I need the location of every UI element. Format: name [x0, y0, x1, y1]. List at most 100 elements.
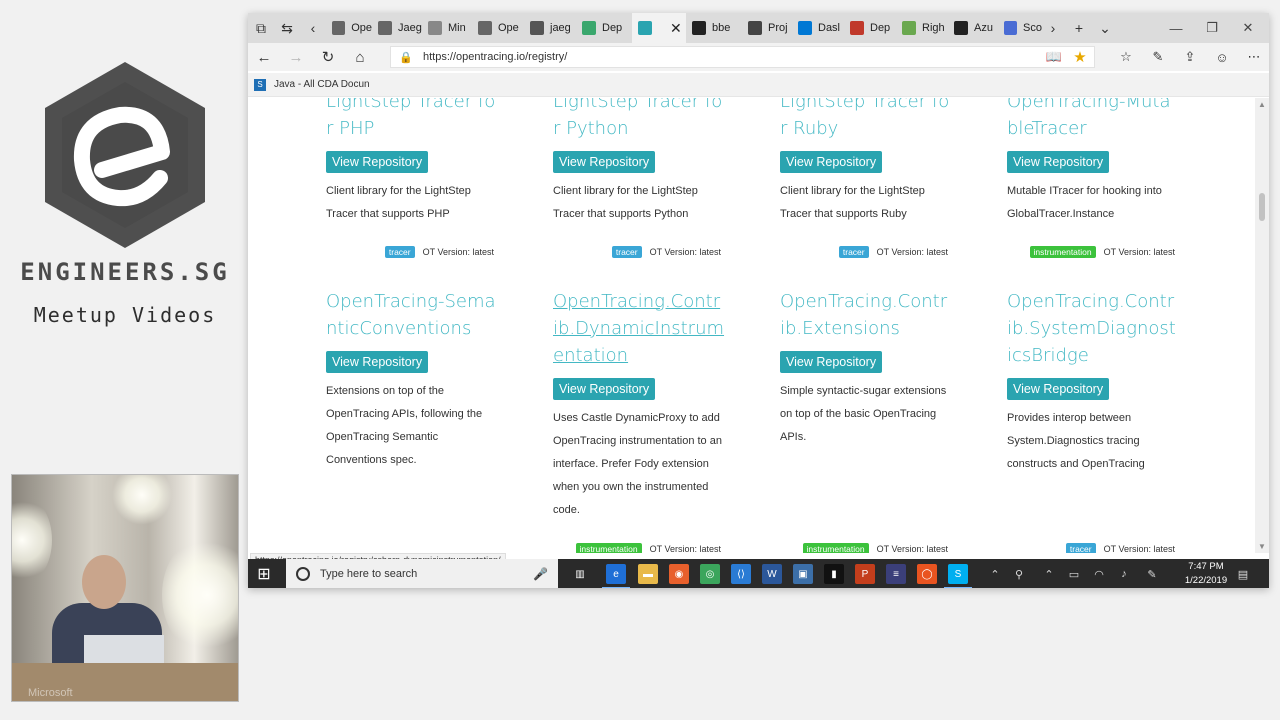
tag-badge[interactable]: instrumentation [802, 543, 869, 553]
close-window-icon[interactable]: ✕ [1230, 13, 1266, 43]
close-tab-icon[interactable]: ✕ [670, 20, 682, 37]
browser-tab[interactable]: Righ [896, 13, 948, 43]
view-repository-button[interactable]: View Repository [553, 378, 656, 400]
browser-tab[interactable]: Sco [998, 13, 1042, 43]
card-title-link[interactable]: LightStep Tracer for PHP [326, 98, 498, 142]
view-repository-button[interactable]: View Repository [780, 351, 883, 373]
view-repository-button[interactable]: View Repository [780, 151, 883, 173]
card-title-link[interactable]: OpenTracing.Contrib.SystemDiagnosticsBri… [1007, 288, 1179, 369]
back-icon[interactable]: ← [248, 43, 280, 71]
minimize-icon[interactable]: — [1158, 13, 1194, 43]
browser-tab[interactable]: ✕ [632, 13, 686, 43]
windows-start-icon[interactable]: ⊞ [254, 564, 274, 584]
tag-badge[interactable]: instrumentation [575, 543, 642, 553]
browser-tab[interactable]: Ope [326, 13, 372, 43]
firefox-icon[interactable]: ◉ [669, 564, 689, 584]
skype-icon[interactable]: S [944, 564, 972, 588]
card-title-link[interactable]: OpenTracing-MutableTracer [1007, 98, 1179, 142]
card-description: Client library for the LightStep Tracer … [553, 185, 698, 220]
browser-tab[interactable]: Azu [948, 13, 998, 43]
tag-badge[interactable]: tracer [1065, 543, 1096, 553]
restore-icon[interactable]: ❐ [1194, 13, 1230, 43]
set-aside-tabs-icon[interactable]: ⇆ [274, 13, 300, 43]
ot-version: OT Version: latest [1103, 247, 1175, 257]
ubuntu-icon[interactable]: ◯ [917, 564, 937, 584]
tag-badge[interactable]: tracer [384, 246, 415, 258]
favorite-link[interactable]: Java - All CDA Docun [274, 79, 370, 90]
show-hidden-icon[interactable]: ⌃ [1038, 559, 1060, 588]
notifications-icon[interactable]: ▤ [1232, 559, 1254, 588]
browser-tab[interactable]: Dasl [792, 13, 844, 43]
forward-icon[interactable]: → [280, 43, 312, 71]
browser-tab[interactable]: Dep [844, 13, 896, 43]
view-repository-button[interactable]: View Repository [326, 151, 429, 173]
clock-time: 7:47 PM [1188, 561, 1224, 572]
tab-list-chevron-icon[interactable]: ⌄ [1092, 13, 1118, 43]
tag-badge[interactable]: tracer [838, 246, 869, 258]
view-repository-button[interactable]: View Repository [326, 351, 429, 373]
pen-tray-icon[interactable]: ✎ [1141, 559, 1163, 588]
engineers-sg-logo [45, 62, 205, 248]
view-repository-button[interactable]: View Repository [1007, 151, 1110, 173]
card-meta: tracer OT Version: latest [611, 246, 721, 258]
feedback-icon[interactable]: ☺ [1206, 43, 1238, 71]
browser-tab[interactable]: jaeg [524, 13, 576, 43]
browser-tab[interactable]: Min [422, 13, 472, 43]
browser-tab[interactable]: bbe [686, 13, 742, 43]
refresh-icon[interactable]: ↻ [312, 43, 344, 71]
microphone-icon[interactable]: 🎤 [533, 567, 548, 581]
card-meta: tracer OT Version: latest [838, 246, 948, 258]
home-icon[interactable]: ⌂ [344, 43, 376, 71]
clock[interactable]: 7:47 PM 1/22/2019 [1176, 560, 1236, 588]
terminal-icon[interactable]: ▮ [824, 564, 844, 584]
browser-tab[interactable]: Dep [576, 13, 632, 43]
eclipse-icon[interactable]: ≡ [886, 564, 906, 584]
brand-subtitle: Meetup Videos [33, 303, 217, 327]
tray-expand-icon[interactable]: ⌃ [984, 559, 1006, 588]
app-icon[interactable]: ▣ [793, 564, 813, 584]
card-title-link[interactable]: OpenTracing-SemanticConventions [326, 288, 498, 342]
view-repository-button[interactable]: View Repository [553, 151, 656, 173]
tab-label: Proj [768, 22, 788, 34]
pen-icon[interactable]: ✎ [1142, 43, 1174, 71]
edge-icon[interactable]: e [602, 564, 630, 588]
taskbar-search[interactable]: Type here to search 🎤 [286, 559, 558, 588]
lock-icon: 🔒 [399, 51, 413, 64]
task-view-icon[interactable]: ▥ [570, 564, 590, 584]
tab-label: Dasl [818, 22, 841, 34]
favorite-star-icon[interactable]: ★ [1064, 43, 1096, 71]
wifi-icon[interactable]: ◠ [1088, 559, 1110, 588]
card-title-link[interactable]: LightStep Tracer for Python [553, 98, 725, 142]
battery-icon[interactable]: ▭ [1063, 559, 1085, 588]
card-meta: tracer OT Version: latest [384, 246, 494, 258]
address-toolbar: ← → ↻ ⌂ 🔒 https://opentracing.io/registr… [248, 43, 1269, 71]
page-scrollbar[interactable]: ▲ ▼ [1255, 98, 1269, 553]
scroll-tabs-right-icon[interactable]: › [1040, 13, 1066, 43]
registry-page: LightStep Tracer for PHP View Repository C… [248, 98, 1255, 553]
more-icon[interactable]: ⋯ [1238, 43, 1269, 71]
file-explorer-icon[interactable]: ▬ [638, 564, 658, 584]
share-icon[interactable]: ⇪ [1174, 43, 1206, 71]
browser-tab[interactable]: Ope [472, 13, 524, 43]
address-bar[interactable]: 🔒 https://opentracing.io/registry/ [390, 46, 1095, 68]
people-icon[interactable]: ⚲ [1008, 559, 1030, 588]
card-title-link[interactable]: OpenTracing.Contrib.Extensions [780, 288, 952, 342]
browser-tab[interactable]: Proj [742, 13, 792, 43]
chrome-icon[interactable]: ◎ [700, 564, 720, 584]
scroll-tabs-left-icon[interactable]: ‹ [300, 13, 326, 43]
card-title-link[interactable]: LightStep Tracer for Ruby [780, 98, 952, 142]
favorites-icon[interactable]: ☆ [1110, 43, 1142, 71]
tab-manager-icon[interactable]: ⧉ [248, 13, 274, 43]
ot-version: OT Version: latest [649, 544, 721, 553]
card-title-link[interactable]: OpenTracing.Contrib.DynamicInstrumentati… [553, 288, 725, 369]
tag-badge[interactable]: instrumentation [1029, 246, 1096, 258]
browser-tab[interactable]: Jaeg [372, 13, 422, 43]
view-repository-button[interactable]: View Repository [1007, 378, 1110, 400]
word-icon[interactable]: W [762, 564, 782, 584]
tab-label: Righ [922, 22, 945, 34]
new-tab-icon[interactable]: + [1066, 13, 1092, 43]
powerpoint-icon[interactable]: P [855, 564, 875, 584]
vscode-icon[interactable]: ⟨⟩ [731, 564, 751, 584]
tag-badge[interactable]: tracer [611, 246, 642, 258]
volume-icon[interactable]: ♪ [1113, 559, 1135, 588]
